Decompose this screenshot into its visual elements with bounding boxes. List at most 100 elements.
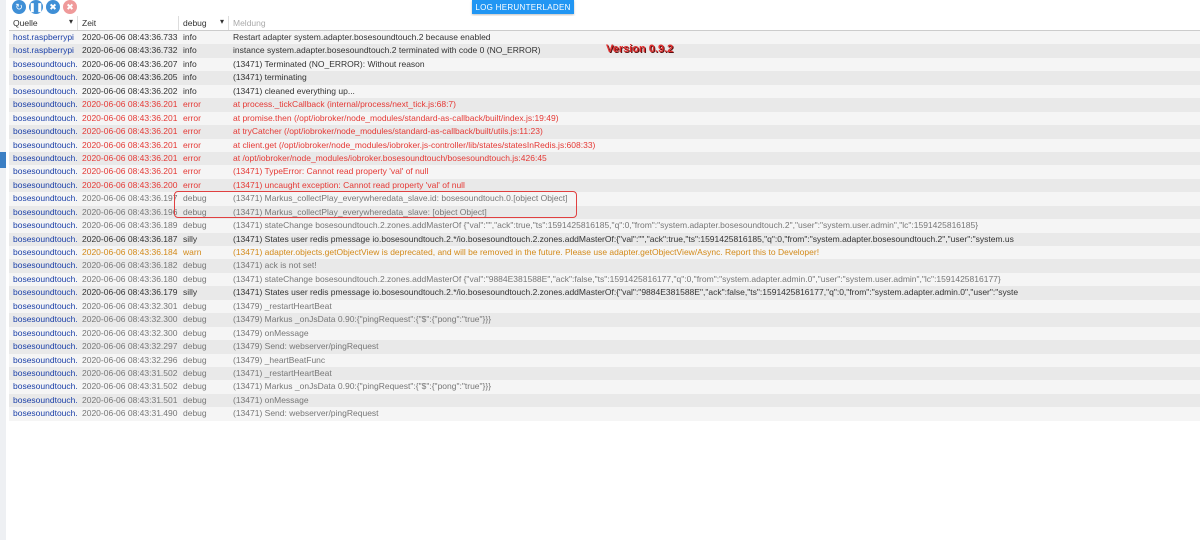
- log-message: at promise.then (/opt/iobroker/node_modu…: [233, 112, 559, 123]
- log-row: bosesoundtouch.0 2020-06-06 08:43:32.296 d…: [9, 353, 1200, 367]
- log-message: (13479) Markus _onJsData 0.90:{"pingRequ…: [233, 314, 492, 325]
- log-time: 2020-06-06 08:43:36.197: [82, 193, 178, 204]
- log-time: 2020-06-06 08:43:36.201: [82, 152, 178, 163]
- log-message: (13479) onMessage: [233, 327, 309, 338]
- log-level: debug: [183, 381, 207, 392]
- log-source: bosesoundtouch.2: [13, 99, 78, 110]
- log-message: (13471) States user redis pmessage io.bo…: [233, 233, 1014, 244]
- log-time: 2020-06-06 08:43:36.184: [82, 247, 178, 257]
- log-message: (13479) _restartHeartBeat: [233, 300, 332, 311]
- log-source: bosesoundtouch.2: [13, 233, 78, 244]
- log-message: (13479) Send: webserver/pingRequest: [233, 341, 379, 352]
- log-source: bosesoundtouch.2: [13, 394, 78, 405]
- log-row: host.raspberrypi 2020-06-06 08:43:36.732 i…: [9, 44, 1200, 58]
- log-level: info: [183, 58, 197, 69]
- log-source: bosesoundtouch.2: [13, 408, 78, 419]
- log-source: bosesoundtouch.2: [13, 179, 78, 190]
- log-row: bosesoundtouch.2 2020-06-06 08:43:36.201 e…: [9, 125, 1200, 139]
- log-message: (13471) cleaned everything up...: [233, 85, 355, 96]
- log-source: bosesoundtouch.2: [13, 193, 78, 204]
- log-level: error: [183, 152, 201, 163]
- log-source: bosesoundtouch.0: [13, 300, 78, 311]
- source-column-label: Quelle: [13, 18, 38, 28]
- log-level: error: [183, 99, 201, 110]
- log-time: 2020-06-06 08:43:32.296: [82, 354, 178, 365]
- source-filter[interactable]: Quelle ▾: [9, 16, 78, 30]
- log-level: error: [183, 166, 201, 177]
- log-message: (13471) terminating: [233, 72, 307, 83]
- log-message: at client.get (/opt/iobroker/node_module…: [233, 139, 596, 150]
- log-source: bosesoundtouch.2: [13, 260, 78, 271]
- download-log-button[interactable]: LOG HERUNTERLADEN: [472, 0, 574, 14]
- log-row: bosesoundtouch.2 2020-06-06 08:43:36.187 s…: [9, 232, 1200, 246]
- log-table: Quelle ▾ Zeit debug ▾ Meldung host.raspb…: [9, 16, 1200, 421]
- refresh-icon[interactable]: ↻: [12, 0, 26, 14]
- log-rows: host.raspberrypi 2020-06-06 08:43:36.733 i…: [9, 31, 1200, 421]
- time-column-header: Zeit: [78, 16, 179, 30]
- message-column-label: Meldung: [233, 18, 266, 28]
- clear-icon[interactable]: ✖: [63, 0, 77, 14]
- delete-icon[interactable]: ✖: [46, 0, 60, 14]
- log-row: bosesoundtouch.2 2020-06-06 08:43:36.201 e…: [9, 165, 1200, 179]
- log-row: bosesoundtouch.0 2020-06-06 08:43:32.301 d…: [9, 299, 1200, 314]
- log-row: bosesoundtouch.2 2020-06-06 08:43:36.202 i…: [9, 84, 1200, 99]
- chevron-down-icon: ▾: [219, 17, 224, 26]
- log-message: (13471) TypeError: Cannot read property …: [233, 166, 429, 177]
- log-row: bosesoundtouch.2 2020-06-06 08:43:36.180 d…: [9, 272, 1200, 287]
- version-label: Version 0.9.2: [606, 43, 674, 55]
- log-message: (13471) _restartHeartBeat: [233, 367, 332, 378]
- log-level: info: [183, 45, 197, 56]
- log-time: 2020-06-06 08:43:36.189: [82, 220, 178, 231]
- log-message: (13471) stateChange bosesoundtouch.2.zon…: [233, 273, 1001, 284]
- highlight-box: [174, 191, 577, 218]
- log-time: 2020-06-06 08:43:32.300: [82, 327, 178, 338]
- log-time: 2020-06-06 08:43:36.201: [82, 99, 178, 110]
- log-source: bosesoundtouch.2: [13, 381, 78, 392]
- log-level: debug: [183, 300, 207, 311]
- log-source: bosesoundtouch.2: [13, 247, 78, 257]
- log-source: bosesoundtouch.2: [13, 126, 78, 137]
- message-filter[interactable]: Meldung: [229, 16, 1200, 30]
- log-message: (13471) Terminated (NO_ERROR): Without r…: [233, 58, 425, 69]
- log-level: debug: [183, 341, 207, 352]
- log-source: bosesoundtouch.2: [13, 273, 78, 284]
- log-row: bosesoundtouch.2 2020-06-06 08:43:31.490 d…: [9, 407, 1200, 421]
- log-time: 2020-06-06 08:43:36.205: [82, 72, 178, 83]
- log-source: bosesoundtouch.2: [13, 220, 78, 231]
- pause-icon[interactable]: ❚❚: [28, 0, 44, 14]
- log-time: 2020-06-06 08:43:36.196: [82, 206, 178, 217]
- log-row: host.raspberrypi 2020-06-06 08:43:36.733 i…: [9, 31, 1200, 45]
- log-level: info: [183, 85, 197, 96]
- log-message: (13471) Send: webserver/pingRequest: [233, 408, 379, 419]
- log-source: bosesoundtouch.2: [13, 287, 78, 298]
- log-source: bosesoundtouch.2: [13, 72, 78, 83]
- log-source: bosesoundtouch.2: [13, 85, 78, 96]
- log-level: error: [183, 139, 201, 150]
- log-source: bosesoundtouch.0: [13, 327, 78, 338]
- time-column-label: Zeit: [82, 18, 97, 28]
- level-filter[interactable]: debug ▾: [179, 16, 229, 30]
- log-time: 2020-06-06 08:43:31.502: [82, 381, 178, 392]
- log-message: at /opt/iobroker/node_modules/iobroker.b…: [233, 152, 547, 163]
- sidebar-active-indicator[interactable]: [0, 152, 6, 168]
- log-row: bosesoundtouch.2 2020-06-06 08:43:31.501 d…: [9, 393, 1200, 408]
- log-row: bosesoundtouch.2 2020-06-06 08:43:36.201 e…: [9, 151, 1200, 166]
- log-time: 2020-06-06 08:43:31.490: [82, 408, 178, 419]
- log-source: bosesoundtouch.0: [13, 341, 78, 352]
- log-message: instance system.adapter.bosesoundtouch.2…: [233, 45, 541, 56]
- log-level: info: [183, 72, 197, 83]
- log-level: debug: [183, 354, 207, 365]
- log-time: 2020-06-06 08:43:36.207: [82, 58, 178, 69]
- log-time: 2020-06-06 08:43:36.201: [82, 112, 178, 123]
- log-message: (13471) stateChange bosesoundtouch.2.zon…: [233, 220, 979, 231]
- log-row: bosesoundtouch.2 2020-06-06 08:43:36.184 w…: [9, 246, 1200, 260]
- log-source: bosesoundtouch.2: [13, 112, 78, 123]
- log-source: host.raspberrypi: [13, 32, 74, 42]
- log-message: Restart adapter system.adapter.bosesound…: [233, 32, 491, 42]
- log-level: error: [183, 112, 201, 123]
- log-level: debug: [183, 408, 207, 419]
- log-time: 2020-06-06 08:43:32.300: [82, 314, 178, 325]
- log-message: (13479) _heartBeatFunc: [233, 354, 326, 365]
- log-time: 2020-06-06 08:43:32.297: [82, 341, 178, 352]
- level-column-label: debug: [183, 18, 207, 28]
